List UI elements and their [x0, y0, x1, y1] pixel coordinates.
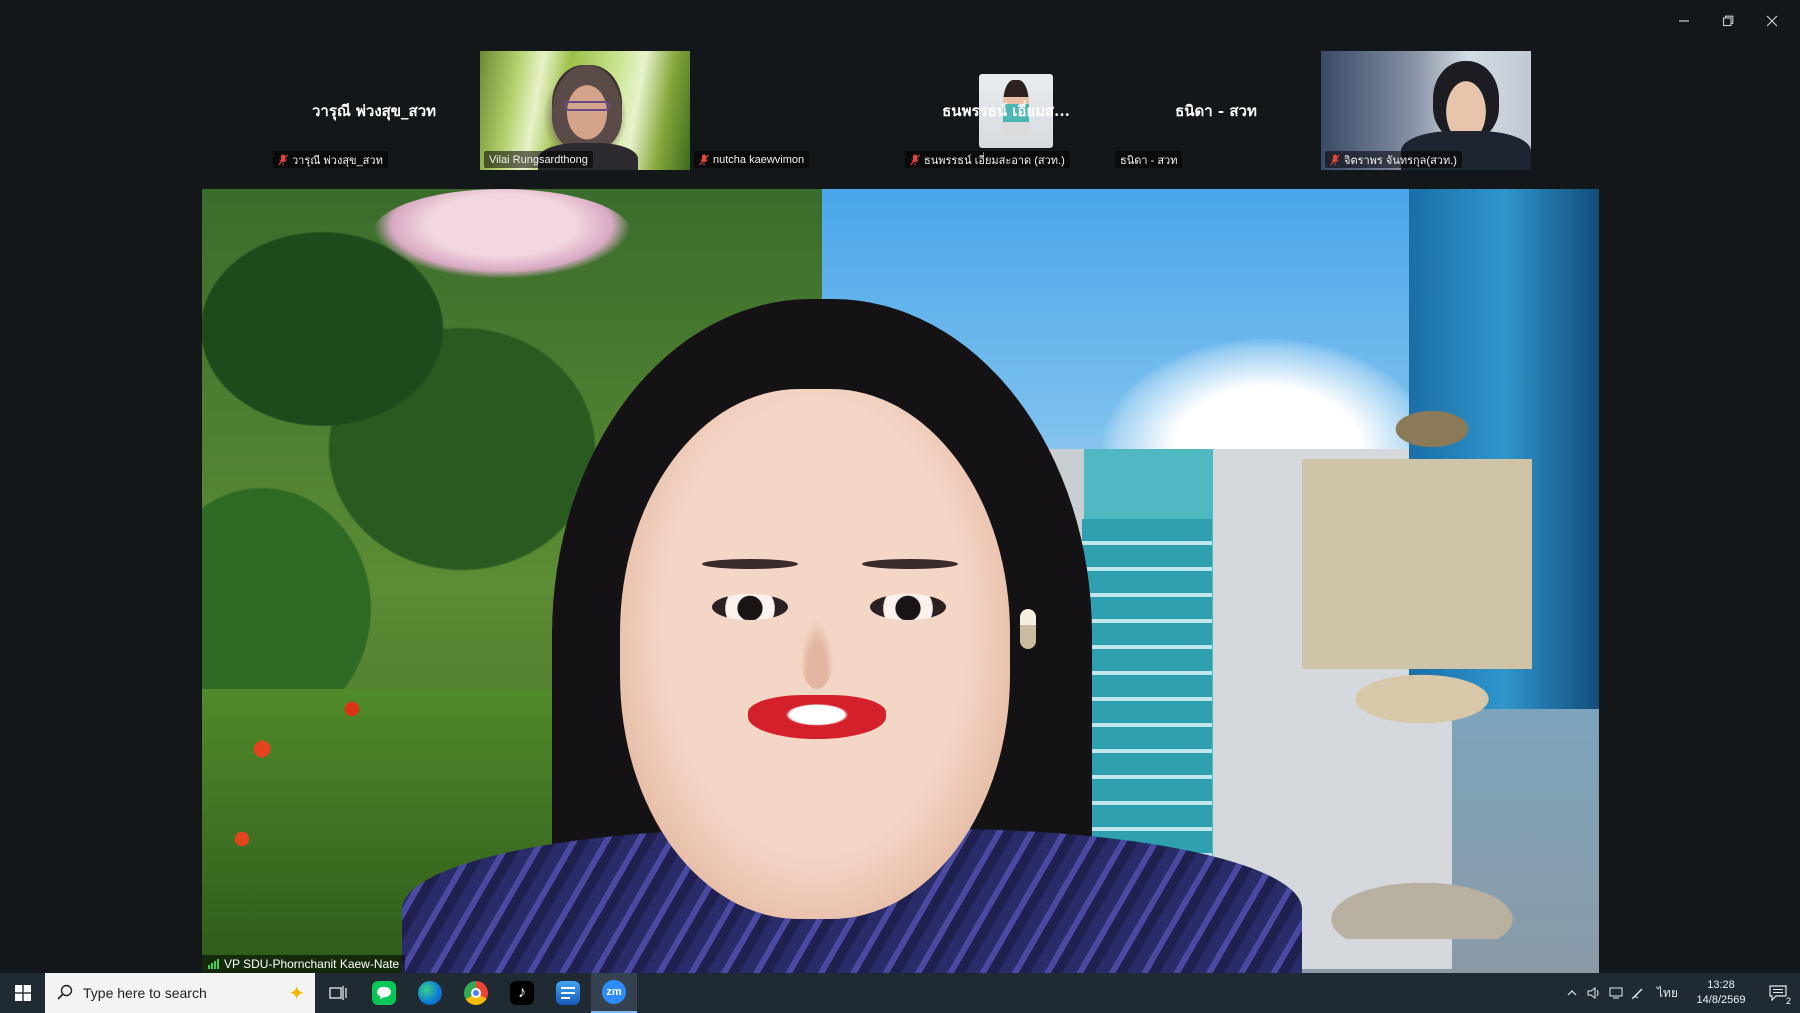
sparkle-icon: ✦ — [288, 983, 305, 1005]
line-app-icon[interactable] — [361, 973, 407, 1013]
participant-tile[interactable]: ธนพรรธน์ เอี่ยมส... ธนพรรธน์ เอี่ยมสะอาด… — [901, 51, 1111, 170]
participant-name: nutcha kaewvimon — [713, 153, 805, 166]
participant-label: nutcha kaewvimon — [694, 151, 810, 168]
windows-taskbar: Type here to search ✦ ♪ zm ไทย 13:28 14/… — [0, 973, 1800, 1013]
volume-icon[interactable] — [1583, 973, 1605, 1013]
zoom-app-label: zm — [602, 980, 626, 1004]
notification-count-badge: 2 — [1785, 996, 1791, 1006]
participant-label: Vilai Rungsardthong — [484, 151, 593, 168]
participant-tile[interactable]: ธนิดา - สวท ธนิดา - สวท — [1111, 51, 1321, 170]
participant-tile[interactable]: จิตราพร จันทรกุล(สวท.) — [1321, 51, 1531, 170]
mic-muted-icon — [910, 154, 920, 166]
notification-center-icon[interactable]: 2 — [1756, 973, 1800, 1013]
participant-name: วารุณี พ่วงสุข_สวท — [292, 154, 383, 167]
zoom-app-icon[interactable]: zm — [591, 973, 637, 1013]
mic-muted-icon — [1330, 154, 1340, 166]
participant-label: จิตราพร จันทรกุล(สวท.) — [1325, 151, 1462, 168]
mic-muted-icon — [278, 154, 288, 166]
tiktok-app-icon[interactable]: ♪ — [499, 973, 545, 1013]
chevron-up-icon[interactable] — [1561, 973, 1583, 1013]
participant-display-name: ธนพรรธน์ เอี่ยมส... — [942, 102, 1070, 120]
participant-label: ธนพรรธน์ เอี่ยมสะอาด (สวท.) — [905, 151, 1070, 168]
taskbar-clock[interactable]: 13:28 14/8/2569 — [1686, 978, 1756, 1008]
clock-time: 13:28 — [1707, 979, 1735, 991]
zoom-meeting-window: วารุณี พ่วงสุข_สวท วารุณี พ่วงสุข_สวท Vi… — [0, 0, 1800, 1013]
pen-icon[interactable] — [1627, 973, 1649, 1013]
participant-tile[interactable]: Vilai Rungsardthong — [480, 51, 690, 170]
participant-name: Vilai Rungsardthong — [489, 153, 588, 166]
taskbar-search-box[interactable]: Type here to search ✦ — [45, 973, 315, 1013]
participant-display-name: วารุณี พ่วงสุข_สวท — [311, 102, 437, 120]
search-icon — [57, 984, 73, 1003]
active-speaker-label: VP SDU-Phornchanit Kaew-Nate — [202, 955, 406, 973]
clock-date: 14/8/2569 — [1696, 994, 1746, 1006]
restore-icon[interactable] — [1706, 8, 1750, 34]
search-placeholder: Type here to search — [83, 985, 207, 1001]
task-view-icon[interactable] — [315, 973, 361, 1013]
input-language-indicator[interactable]: ไทย — [1649, 984, 1686, 1003]
minimize-icon[interactable] — [1662, 8, 1706, 34]
word-app-icon[interactable] — [545, 973, 591, 1013]
participant-name: ธนิดา - สวท — [1120, 154, 1178, 167]
active-speaker-name: VP SDU-Phornchanit Kaew-Nate — [224, 957, 400, 971]
participant-label: วารุณี พ่วงสุข_สวท — [273, 151, 388, 168]
windows-start-icon[interactable] — [0, 973, 45, 1013]
chrome-browser-icon[interactable] — [453, 973, 499, 1013]
participant-strip: วารุณี พ่วงสุข_สวท วารุณี พ่วงสุข_สวท Vi… — [269, 51, 1531, 170]
connection-signal-icon — [208, 959, 219, 969]
participant-tile[interactable]: nutcha kaewvimon — [690, 51, 1053, 170]
window-controls — [1662, 8, 1794, 34]
participant-label: ธนิดา - สวท — [1115, 151, 1183, 168]
network-icon[interactable] — [1605, 973, 1627, 1013]
participant-display-name: ธนิดา - สวท — [1175, 102, 1257, 120]
active-speaker-video[interactable] — [202, 189, 1599, 973]
edge-browser-icon[interactable] — [407, 973, 453, 1013]
mic-muted-icon — [699, 154, 709, 166]
participant-tile[interactable]: วารุณี พ่วงสุข_สวท วารุณี พ่วงสุข_สวท — [269, 51, 479, 170]
participant-name: จิตราพร จันทรกุล(สวท.) — [1344, 154, 1457, 167]
close-icon[interactable] — [1750, 8, 1794, 34]
participant-name: ธนพรรธน์ เอี่ยมสะอาด (สวท.) — [924, 154, 1065, 167]
system-tray: ไทย 13:28 14/8/2569 2 — [1561, 973, 1800, 1013]
